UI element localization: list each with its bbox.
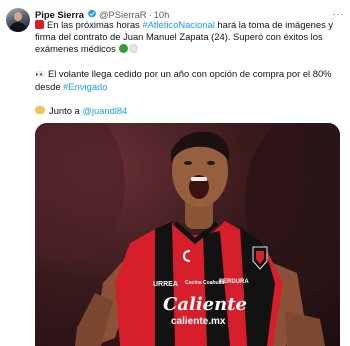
- separator-dot: ·: [148, 8, 152, 20]
- paragraph-3-text: Junto a: [49, 105, 83, 117]
- mention-juandl84[interactable]: @juandl84: [82, 105, 127, 116]
- white-circle-icon: [128, 44, 138, 54]
- tweet-timestamp[interactable]: 10h: [154, 9, 170, 20]
- tweet-paragraph-2: 👀 El volante llega cedido por un año con …: [35, 68, 343, 93]
- tweet-media-photo[interactable]: URREA Cocina Coahuila PERDURA Caliente c…: [35, 123, 340, 346]
- jersey-right-sponsor: PERDURA: [219, 279, 249, 285]
- jersey-main-sponsor: Caliente: [163, 294, 247, 315]
- jersey-sponsor-url: caliente.mx: [171, 316, 226, 327]
- author-handle[interactable]: @PSierraR: [99, 9, 147, 20]
- rotating-light-icon: [35, 20, 44, 29]
- eyes-icon: 👀: [35, 69, 45, 79]
- jersey-left-sponsor: URREA: [153, 281, 178, 288]
- hashtag-atletico-nacional[interactable]: #AtléticoNacional: [142, 19, 214, 30]
- hashtag-envigado[interactable]: #Envigado: [63, 81, 107, 92]
- author-display-name[interactable]: Pipe Sierra: [35, 9, 84, 20]
- tweet-text: En las próximas horas #AtléticoNacional …: [35, 19, 343, 117]
- author-avatar[interactable]: [6, 8, 30, 32]
- more-icon[interactable]: ···: [333, 9, 345, 20]
- green-circle-icon: [118, 44, 128, 54]
- paragraph-1-text-a: En las próximas horas: [47, 19, 143, 30]
- tweet-paragraph-3: Junto a @juandl84: [35, 105, 343, 117]
- tweet-paragraph-1: En las próximas horas #AtléticoNacional …: [35, 19, 343, 56]
- handshake-icon: [35, 106, 45, 115]
- player-photo-illustration: URREA Cocina Coahuila PERDURA Caliente c…: [35, 123, 340, 346]
- verified-badge-icon: [88, 9, 96, 18]
